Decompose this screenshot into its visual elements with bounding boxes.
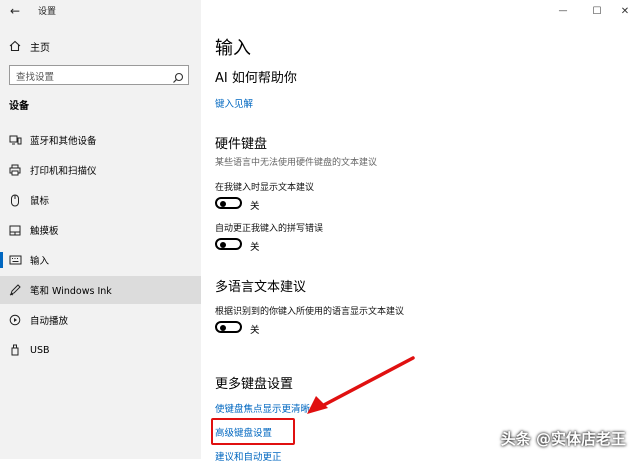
annotation-highlight-box	[211, 418, 295, 445]
watermark: 头条 @实体店老王	[500, 430, 626, 448]
annotation-arrow	[307, 356, 415, 414]
